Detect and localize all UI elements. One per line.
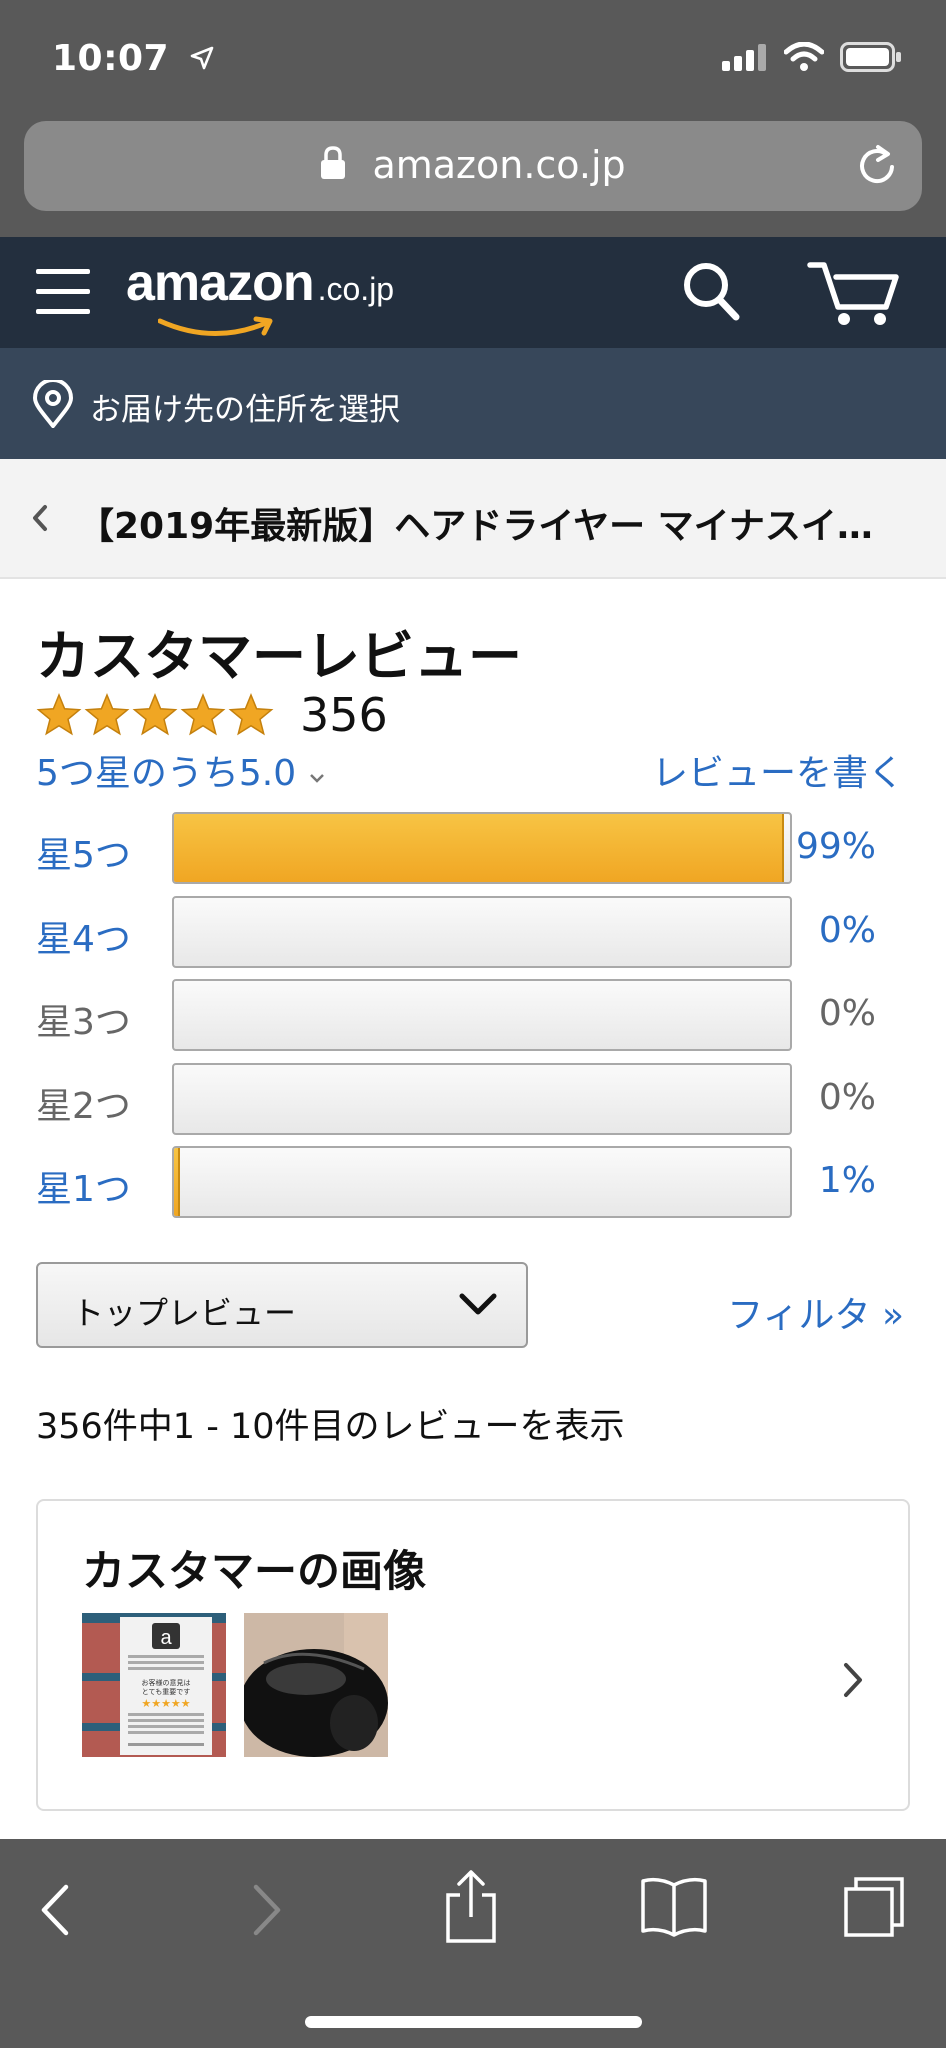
- sort-selected-value: トップレビュー: [72, 1294, 297, 1332]
- status-icons: [722, 41, 902, 76]
- tabs-icon[interactable]: [842, 1875, 906, 1943]
- histogram-bar: [172, 895, 792, 968]
- cart-icon[interactable]: [806, 259, 900, 333]
- star-icon: [36, 693, 82, 736]
- breadcrumb[interactable]: 【2019年最新版】ヘアドライヤー マイナスイ…: [0, 459, 946, 579]
- histogram-bar-fill: [174, 814, 784, 882]
- home-indicator: [305, 2016, 642, 2028]
- histogram-row: 星3つ 0%: [36, 979, 916, 1051]
- histogram-label[interactable]: 星5つ: [36, 826, 131, 878]
- rating-stars: [36, 693, 274, 737]
- rating-summary: 356: [36, 688, 388, 742]
- star-icon: [84, 693, 130, 736]
- back-chevron-icon[interactable]: [32, 501, 48, 541]
- histogram-percent: 0%: [818, 993, 876, 1034]
- share-icon[interactable]: [444, 1869, 498, 1949]
- wifi-icon: [783, 41, 825, 76]
- url-text: amazon.co.jp: [372, 143, 626, 187]
- review-range-summary: 356件中1 - 10件目のレビューを表示: [36, 1407, 625, 1447]
- signal-icon: [722, 43, 768, 75]
- bookmarks-icon[interactable]: [640, 1875, 708, 1941]
- location-pin-icon: [32, 378, 74, 432]
- histogram-row[interactable]: 星1つ 1%: [36, 1146, 916, 1218]
- location-arrow-icon: [190, 38, 214, 79]
- star-icon: [228, 693, 274, 736]
- histogram-bar: [172, 812, 792, 884]
- svg-text:とても重要です: とても重要です: [142, 1688, 190, 1696]
- customer-images-title: カスタマーの画像: [82, 1547, 426, 1597]
- filter-link[interactable]: フィルタ »: [727, 1286, 904, 1338]
- menu-icon[interactable]: [36, 269, 90, 315]
- chevron-down-icon: [458, 1290, 498, 1324]
- histogram-bar-fill: [174, 1148, 181, 1216]
- histogram-bar: [172, 1146, 792, 1218]
- customer-image-thumbnail[interactable]: a お客様の意見は とても重要です ★★★★★: [82, 1613, 226, 1757]
- histogram-label[interactable]: 星1つ: [36, 1160, 131, 1212]
- svg-text:★★★★★: ★★★★★: [141, 1697, 190, 1710]
- delivery-address-bar[interactable]: お届け先の住所を選択: [0, 348, 946, 459]
- reviews-heading: カスタマーレビュー: [36, 625, 522, 688]
- histogram-row: 星2つ 0%: [36, 1062, 916, 1135]
- battery-icon: [840, 42, 902, 76]
- review-count: 356: [300, 688, 388, 742]
- histogram-percent: 0%: [818, 1076, 876, 1118]
- histogram-label[interactable]: 星4つ: [36, 910, 131, 962]
- histogram-row[interactable]: 星5つ 99%: [36, 812, 916, 884]
- histogram-percent[interactable]: 99%: [796, 826, 876, 867]
- sort-select[interactable]: トップレビュー: [36, 1262, 528, 1348]
- lock-icon: [320, 145, 346, 189]
- rating-dropdown-link[interactable]: 5つ星のうち5.0: [36, 744, 326, 796]
- back-icon[interactable]: [40, 1883, 70, 1941]
- histogram-label: 星2つ: [36, 1085, 131, 1127]
- status-time: 10:07: [52, 38, 214, 79]
- chevron-down-icon: [308, 753, 326, 794]
- reload-icon[interactable]: [856, 143, 900, 193]
- star-icon: [132, 693, 178, 736]
- chevron-right-icon[interactable]: [842, 1661, 864, 1703]
- histogram-bar: [172, 979, 792, 1051]
- product-title[interactable]: 【2019年最新版】ヘアドライヤー マイナスイ…: [78, 497, 918, 549]
- histogram-bar: [172, 1062, 792, 1135]
- search-icon[interactable]: [680, 259, 742, 327]
- histogram-row[interactable]: 星4つ 0%: [36, 895, 916, 968]
- svg-text:お客様の意見は: お客様の意見は: [142, 1678, 191, 1687]
- histogram-label: 星3つ: [36, 1002, 131, 1043]
- star-icon: [180, 693, 226, 736]
- customer-image-thumbnail[interactable]: [244, 1613, 388, 1757]
- write-review-link[interactable]: レビューを書く: [652, 744, 904, 796]
- histogram-percent[interactable]: 0%: [819, 910, 876, 951]
- delivery-label: お届け先の住所を選択: [90, 392, 400, 428]
- forward-icon[interactable]: [252, 1883, 282, 1941]
- histogram-percent[interactable]: 1%: [819, 1160, 876, 1201]
- customer-images-card[interactable]: カスタマーの画像 a お客様の意見は とても重要です ★★★★★: [36, 1499, 910, 1811]
- browser-chrome-top: 10:07 amazon.co.jp: [0, 0, 946, 237]
- amazon-logo[interactable]: amazon .co.jp: [126, 253, 394, 336]
- amazon-smile-icon: [157, 315, 278, 347]
- svg-text:a: a: [160, 1627, 172, 1649]
- url-bar[interactable]: amazon.co.jp: [24, 121, 922, 211]
- amazon-header: amazon .co.jp: [0, 237, 946, 348]
